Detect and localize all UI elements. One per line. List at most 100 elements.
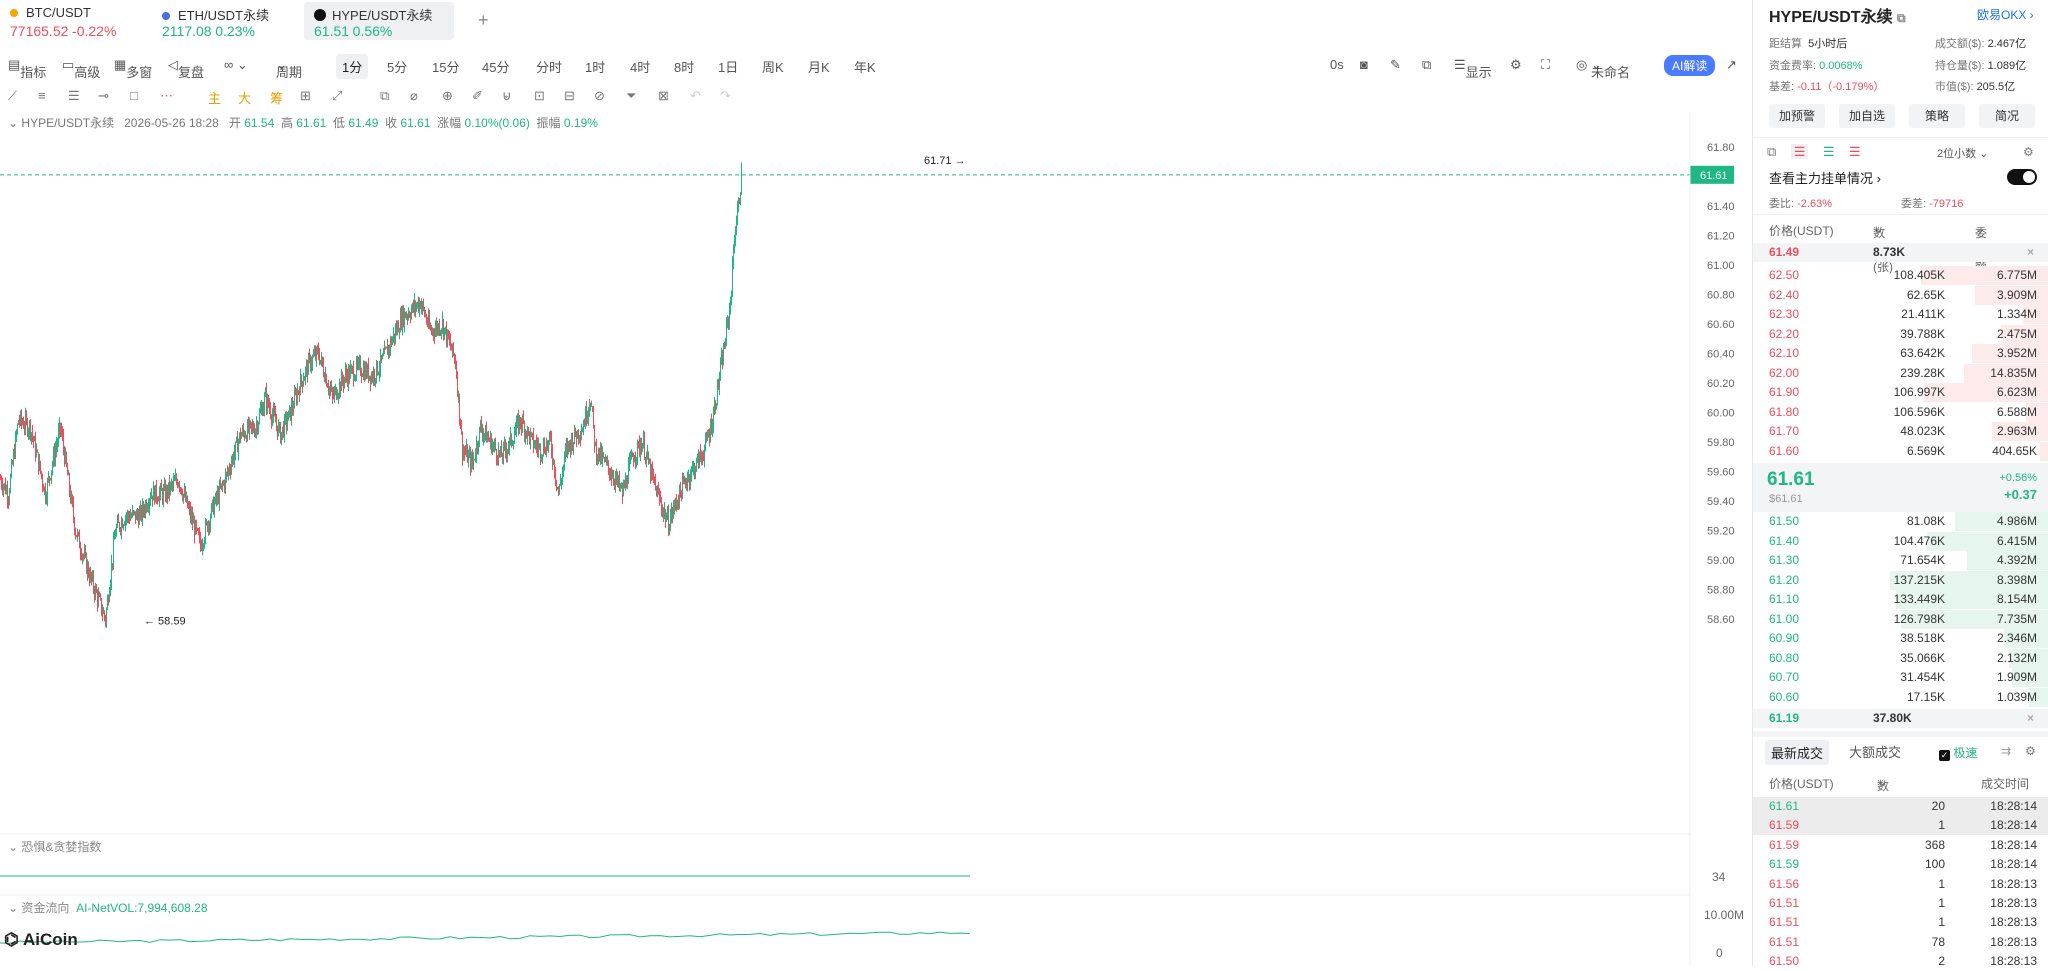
settings-icon[interactable]: ⚙ [1510,57,1522,73]
bid-row[interactable]: 60.80 35.066K 2.132M [1753,648,2048,668]
trades-settings-icon[interactable]: ⚙ [2025,744,2036,758]
bid-row[interactable]: 60.90 38.518K 2.346M [1753,629,2048,648]
replay-button[interactable]: ◁ 复盘 [168,57,204,80]
book-bids-icon[interactable]: ☰ [1823,144,1835,159]
interval-1d[interactable]: 1日 [718,57,738,76]
ask-row[interactable]: 61.80 106.596K 6.588M [1753,402,2048,422]
ai-button[interactable]: AI解读 [1664,55,1716,76]
add-alert-button[interactable]: 加预警 [1769,104,1825,128]
fast-mode-toggle[interactable]: ✓ 极速 [1939,744,1977,761]
ask-row[interactable]: 62.50 108.405K 6.775M [1753,266,2048,285]
template-icon[interactable]: ⊟ [564,88,575,104]
lock-icon[interactable]: ⊡ [534,88,545,104]
measure-icon[interactable]: ⤢ [332,88,342,104]
chart-type-icon[interactable]: ∞ ⌄ [224,57,248,73]
bid-row[interactable]: 61.20 137.215K 8.398M [1753,570,2048,590]
qty-unit-dropdown[interactable]: 数量 (张) ⌄ [1873,222,1893,274]
interval-8h[interactable]: 8时 [674,57,694,76]
tab-latest-trades[interactable]: 最新成交 [1765,740,1830,765]
interval-5m[interactable]: 5分 [387,57,407,76]
camera-icon[interactable]: ◙ [1360,57,1368,72]
amount-dropdown[interactable]: 委托额 ⌄ [1975,222,1987,274]
trade-qty-dropdown[interactable]: 数量(张) ⌄ [1877,775,1897,827]
parallel-tool-icon[interactable]: ≡ [38,88,46,103]
close-icon[interactable]: × [2027,245,2034,259]
interval-1h[interactable]: 1时 [585,57,605,76]
redo-icon[interactable]: ↷ [720,88,731,104]
tab-btc[interactable]: BTC/USDT 77165.52 -0.22% [0,2,150,40]
overview-button[interactable]: 简况 [1979,104,2035,128]
ask-row[interactable]: 62.40 62.65K 3.909M [1753,285,2048,305]
zoom-icon[interactable]: ⊕ [442,88,453,104]
interval-45m[interactable]: 45分 [482,57,509,76]
line-tool-icon[interactable]: ⟋ [8,88,17,104]
bid-row[interactable]: 61.50 81.08K 4.986M [1753,512,2048,531]
display-button[interactable]: ☰ 显示 [1454,57,1492,80]
popout-icon[interactable]: ⧉ [1767,144,1776,159]
book-settings-icon[interactable]: ⚙ [2023,145,2034,159]
tab-eth[interactable]: ETH/USDT永续 2117.08 0.23% [152,2,302,40]
interval-1m[interactable]: 1分 [336,54,369,79]
main-indicator-button[interactable]: 主 [208,88,221,107]
ask-row[interactable]: 61.90 106.997K 6.623M [1753,383,2048,402]
dots-tool-icon[interactable]: ⋯ [160,88,173,104]
bid-row[interactable]: 61.10 133.449K 8.154M [1753,590,2048,609]
ask-row[interactable]: 62.10 63.642K 3.952M [1753,344,2048,363]
exchange-link[interactable]: 欧易OKX › [1977,6,2034,23]
interval-4h[interactable]: 4时 [630,57,650,76]
book-asks-icon[interactable]: ☰ [1849,144,1861,159]
big-indicator-button[interactable]: 大 [238,88,251,107]
interval-15m[interactable]: 15分 [432,57,459,76]
fullscreen-icon[interactable]: ⛶ [1541,57,1550,73]
magnet-icon[interactable]: ⊌ [502,88,512,104]
period-dropdown[interactable]: 周期 ⌄ [276,57,302,80]
pen-icon[interactable]: ✎ [1390,57,1401,73]
undo-icon[interactable]: ↶ [690,88,701,104]
advanced-button[interactable]: ▭ 高级 [62,57,100,80]
bid-row[interactable]: 60.70 31.454K 1.909M [1753,668,2048,687]
bid-row[interactable]: 60.60 17.15K 1.039M [1753,687,2048,707]
decimal-dropdown[interactable]: 2位小数 ⌄ [1937,145,1988,161]
compare-icon[interactable]: ⊞ [300,88,311,104]
interval-timeline[interactable]: 分时 [536,57,562,76]
ask-row[interactable]: 62.00 239.28K 14.835M [1753,363,2048,383]
ask-row[interactable]: 62.20 39.788K 2.475M [1753,324,2048,344]
filter-icon[interactable]: ⇉ [2001,744,2011,758]
channel-tool-icon[interactable]: ☰ [68,88,80,104]
layout-dropdown[interactable]: ◎ 未命名 ⌄ [1576,57,1630,80]
bid-row[interactable]: 61.40 104.476K 6.415M [1753,531,2048,551]
interval-1y[interactable]: 年K [854,57,876,76]
add-watchlist-button[interactable]: 加自选 [1839,104,1895,128]
close-icon[interactable]: × [2027,711,2034,725]
indicators-button[interactable]: ▤ 指标 [8,57,46,80]
delete-icon[interactable]: ⊠ [658,88,669,104]
ruler-icon[interactable]: ⌀ [410,88,418,104]
chip-indicator-button[interactable]: 筹 [270,88,283,107]
hline-tool-icon[interactable]: ⊸ [98,88,109,104]
ask-row[interactable]: 61.70 48.023K 2.963M [1753,422,2048,441]
export-icon[interactable]: ↗ [1726,57,1737,73]
whale-orders-link[interactable]: 查看主力挂单情况 › [1769,168,1881,187]
interval-1mo[interactable]: 月K [808,57,830,76]
link-icon[interactable]: ⊘ [594,88,605,104]
copy-icon[interactable]: ⧉ [380,88,389,104]
add-tab-button[interactable]: + [478,10,489,31]
rect-tool-icon[interactable]: □ [130,88,138,103]
interval-1w[interactable]: 周K [762,57,784,76]
tab-large-trades[interactable]: 大额成交 [1849,742,1901,761]
share-icon[interactable]: ⧉ [1422,57,1431,73]
tab-hype[interactable]: HYPE/USDT永续 61.51 0.56% [304,2,454,40]
strategy-button[interactable]: 策略 [1909,104,1965,128]
brush-icon[interactable]: ✐ [472,88,483,104]
multi-window-button[interactable]: ▦ 多窗 [114,57,152,80]
ask-row[interactable]: 61.60 6.569K 404.65K [1753,441,2048,461]
chart-area[interactable]: ⌄ HYPE/USDT永续 2026-05-26 18:28 开 61.54 高… [0,112,1752,966]
bid-row[interactable]: 61.30 71.654K 4.392M [1753,551,2048,570]
book-both-icon[interactable]: ☰ [1790,144,1809,159]
candlestick-chart[interactable]: 61.8061.6061.4061.2061.0060.8060.6060.40… [0,112,1752,966]
countdown-label[interactable]: 0s [1330,57,1344,72]
bid-row[interactable]: 61.00 126.798K 7.735M [1753,609,2048,629]
ask-row[interactable]: 62.30 21.411K 1.334M [1753,305,2048,324]
filter-icon[interactable]: ⏷ [626,88,636,104]
whale-toggle[interactable] [2007,169,2037,185]
